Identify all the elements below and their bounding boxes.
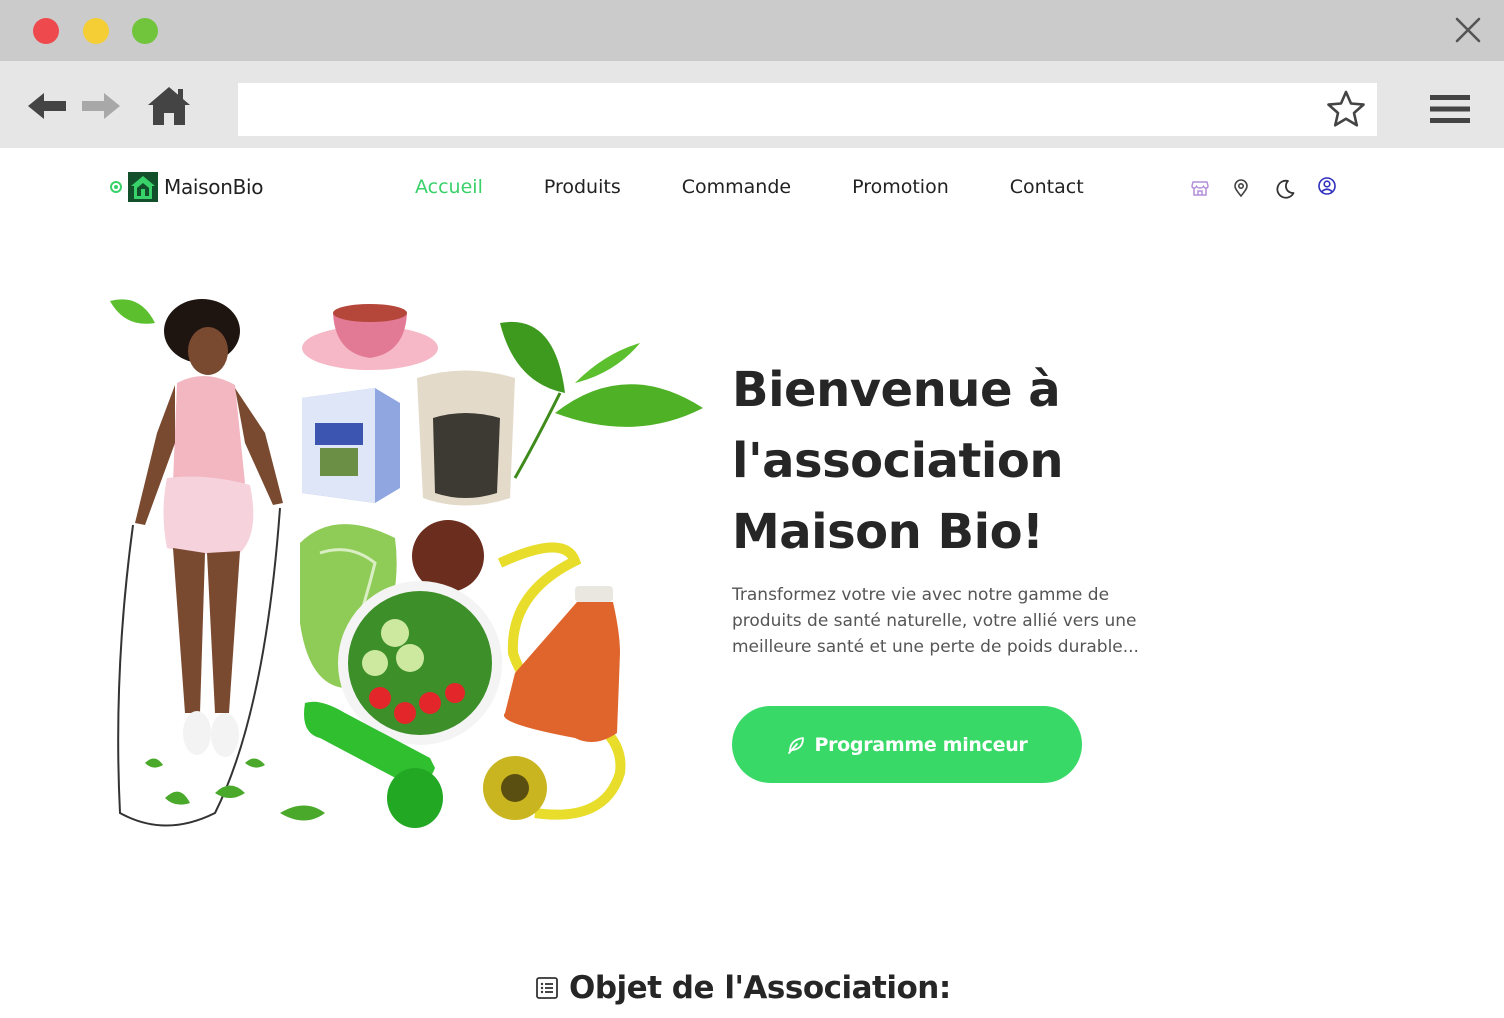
leaf-icon <box>788 736 805 754</box>
status-dot-icon <box>110 181 122 193</box>
main-nav: Accueil Produits Commande Promotion Cont… <box>415 176 1084 198</box>
section-title: Objet de l'Association: <box>569 970 951 1006</box>
hero-health-products-image <box>110 299 703 828</box>
hero-title: Bienvenue à l'association Maison Bio! <box>732 362 1064 560</box>
address-bar[interactable] <box>238 83 1377 136</box>
browser-titlebar <box>0 0 1504 61</box>
house-logo-icon <box>128 172 158 202</box>
location-icon[interactable] <box>1231 178 1251 198</box>
nav-link-promotion[interactable]: Promotion <box>852 176 949 198</box>
site-header: MaisonBio Accueil Produits Commande Prom… <box>0 148 1504 230</box>
section-heading: Objet de l'Association: <box>535 970 951 1006</box>
window-maximize-dot[interactable] <box>132 18 158 44</box>
cta-label: Programme minceur <box>814 733 1028 756</box>
dark-mode-moon-icon[interactable] <box>1274 178 1296 200</box>
hero-description: Transformez votre vie avec notre gamme d… <box>732 585 1139 657</box>
nav-link-produits[interactable]: Produits <box>544 176 621 198</box>
nav-link-contact[interactable]: Contact <box>1010 176 1084 198</box>
nav-link-accueil[interactable]: Accueil <box>415 176 483 198</box>
store-icon[interactable] <box>1190 178 1210 198</box>
home-icon[interactable] <box>146 83 192 129</box>
programme-minceur-button[interactable]: Programme minceur <box>732 706 1082 783</box>
close-icon[interactable] <box>1452 14 1484 46</box>
window-close-dot[interactable] <box>33 18 59 44</box>
browser-toolbar <box>0 61 1504 148</box>
hero-text-block: Bienvenue à l'association Maison Bio! Tr… <box>732 355 1172 660</box>
forward-arrow-icon[interactable] <box>78 83 124 129</box>
brand-name: MaisonBio <box>164 175 264 199</box>
hamburger-menu-icon[interactable] <box>1428 91 1472 127</box>
brand-logo[interactable]: MaisonBio <box>110 172 264 202</box>
window-minimize-dot[interactable] <box>83 18 109 44</box>
back-arrow-icon[interactable] <box>24 83 70 129</box>
list-document-icon <box>536 977 558 999</box>
nav-link-commande[interactable]: Commande <box>682 176 791 198</box>
bookmark-star-icon[interactable] <box>1326 89 1366 129</box>
user-account-icon[interactable] <box>1317 176 1337 196</box>
